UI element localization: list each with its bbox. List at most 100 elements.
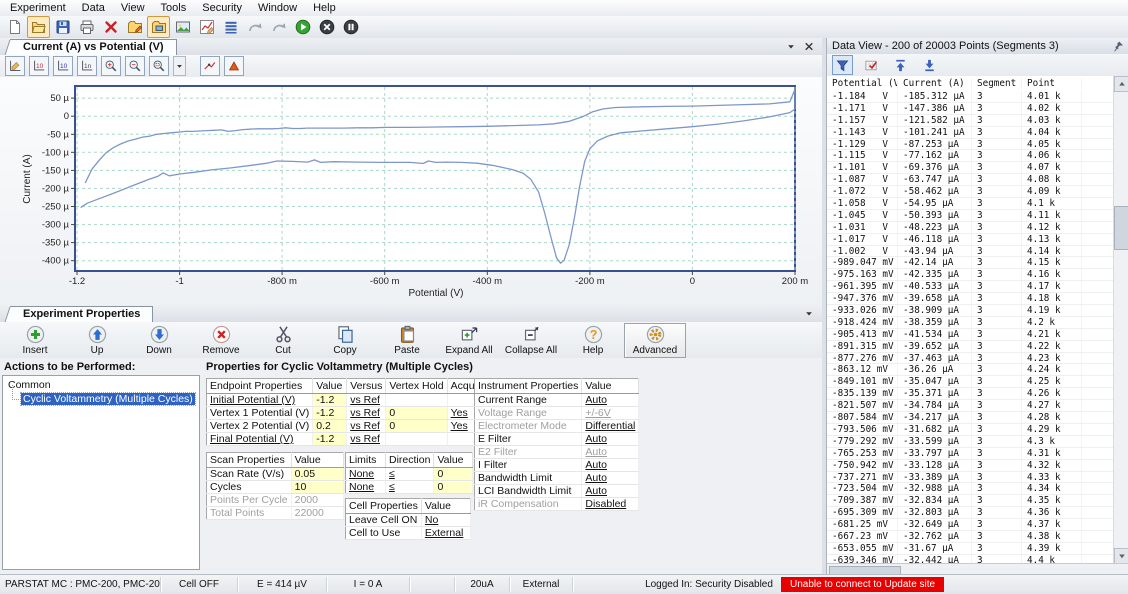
stop-experiment-button[interactable] [315,16,338,38]
zoom-out-button[interactable] [125,56,145,76]
table-row[interactable]: -737.271 mV-33.389 µA34.33 k [827,472,1114,484]
peak-marker-button[interactable] [224,56,244,76]
table-row[interactable]: -1.002 V-43.94 µA34.14 k [827,246,1114,258]
table-row[interactable]: -1.087 V-63.747 µA34.08 k [827,174,1114,186]
table-row[interactable]: -779.292 mV-33.599 µA34.3 k [827,436,1114,448]
property-value[interactable]: vs Ref [347,433,386,446]
delete-button[interactable] [99,16,122,38]
column-header-segment[interactable]: Segment [972,78,1022,89]
chart-area[interactable]: -1.2-1-800 m-600 m-400 m-200 m0200 m50 µ… [0,77,822,305]
table-row[interactable]: -877.276 mV-37.463 µA34.23 k [827,353,1114,365]
tab-current-vs-potential[interactable]: Current (A) vs Potential (V) [10,39,177,55]
table-row[interactable]: -975.163 mV-42.335 µA34.16 k [827,269,1114,281]
scrollbar-thumb[interactable] [1114,206,1128,250]
column-header-potential-v-[interactable]: Potential (V) [827,78,898,89]
column-header-point[interactable]: Point [1022,78,1082,89]
properties-menu-button[interactable] [802,307,816,320]
table-row[interactable]: -667.23 mV-32.762 µA34.38 k [827,531,1114,543]
menu-help[interactable]: Help [305,1,344,16]
property-value[interactable]: Auto [582,446,639,459]
zoom-box-button[interactable] [149,56,169,76]
table-row[interactable]: -653.055 mV-31.67 µA34.39 k [827,543,1114,555]
table-row[interactable]: -835.139 mV-35.371 µA34.26 k [827,388,1114,400]
trace-style-button[interactable] [200,56,220,76]
menu-view[interactable]: View [113,1,153,16]
vertical-scrollbar[interactable] [1113,76,1128,564]
property-value[interactable]: 0.05 [291,468,343,481]
linear-scale-button[interactable]: 1n [77,56,97,76]
table-row[interactable]: -849.101 mV-35.047 µA34.25 k [827,376,1114,388]
table-row[interactable]: -1.184 V-185.312 µA34.01 k [827,91,1114,103]
list-view-button[interactable] [219,16,242,38]
property-value[interactable]: 0 [434,468,473,481]
step-forward-button[interactable] [243,16,266,38]
property-value[interactable]: 0.2 [313,420,347,433]
table-row[interactable]: -905.413 mV-41.534 µA34.21 k [827,329,1114,341]
table-row[interactable]: -1.143 V-101.241 µA34.04 k [827,127,1114,139]
property-value[interactable]: -1.2 [313,394,347,407]
property-value[interactable]: +/-6V [582,407,639,420]
log-y-button[interactable]: 10 [53,56,73,76]
paste-button[interactable]: Paste [376,323,438,358]
new-experiment-button[interactable] [3,16,26,38]
pin-icon[interactable] [1111,40,1125,53]
property-value[interactable]: External [421,527,470,540]
table-row[interactable]: -765.253 mV-33.797 µA34.31 k [827,448,1114,460]
remove-button[interactable]: Remove [190,323,252,358]
picture-view-button[interactable] [171,16,194,38]
edit-session-button[interactable] [123,16,146,38]
table-row[interactable]: -1.045 V-50.393 µA34.11 k [827,210,1114,222]
tree-item-cyclic-voltammetry[interactable]: Cyclic Voltammetry (Multiple Cycles) [21,393,195,405]
advanced-button[interactable]: Advanced [624,323,686,358]
step-forward-alt-button[interactable] [267,16,290,38]
save-experiment-button[interactable] [51,16,74,38]
cv-plot[interactable]: -1.2-1-800 m-600 m-400 m-200 m0200 m50 µ… [0,77,822,305]
table-row[interactable]: -891.315 mV-39.652 µA34.22 k [827,341,1114,353]
property-value[interactable]: 0 [386,407,447,420]
edit-points-button[interactable] [861,55,882,75]
table-row[interactable]: -1.171 V-147.386 µA34.02 k [827,103,1114,115]
copy-button[interactable]: Copy [314,323,376,358]
tab-experiment-properties[interactable]: Experiment Properties [10,306,153,322]
property-label[interactable]: None [346,468,386,481]
insert-button[interactable]: Insert [4,323,66,358]
table-row[interactable]: -723.504 mV-32.988 µA34.34 k [827,483,1114,495]
up-button[interactable]: Up [66,323,128,358]
log-x-button[interactable]: 10 [29,56,49,76]
table-row[interactable]: -1.129 V-87.253 µA34.05 k [827,139,1114,151]
property-label[interactable]: None [346,481,386,494]
table-row[interactable]: -695.309 mV-32.803 µA34.36 k [827,507,1114,519]
scroll-to-bottom-button[interactable] [919,55,940,75]
table-row[interactable]: -961.395 mV-40.533 µA34.17 k [827,281,1114,293]
property-label[interactable]: Initial Potential (V) [207,394,313,407]
pictures-folder-button[interactable] [147,16,170,38]
property-value[interactable]: 10 [291,481,343,494]
property-value[interactable]: 0 [386,420,447,433]
scroll-down-arrow[interactable] [1114,548,1128,564]
table-row[interactable]: -863.12 mV-36.26 µA34.24 k [827,364,1114,376]
menu-window[interactable]: Window [250,1,305,16]
table-row[interactable]: -989.047 mV-42.14 µA34.15 k [827,257,1114,269]
table-row[interactable]: -821.507 mV-34.784 µA34.27 k [827,400,1114,412]
scroll-to-top-button[interactable] [890,55,911,75]
table-row[interactable]: -793.506 mV-31.682 µA34.29 k [827,424,1114,436]
table-row[interactable]: -1.017 V-46.118 µA34.13 k [827,234,1114,246]
chart-menu-button[interactable] [784,40,798,53]
graph-edit-button[interactable] [195,16,218,38]
filter-button[interactable] [832,55,853,75]
property-value[interactable]: vs Ref [347,394,386,407]
table-row[interactable]: -1.115 V-77.162 µA34.06 k [827,150,1114,162]
property-value[interactable]: Auto [582,485,639,498]
table-row[interactable]: -1.101 V-69.376 µA34.07 k [827,162,1114,174]
property-value[interactable]: Auto [582,394,639,407]
menu-security[interactable]: Security [194,1,250,16]
down-button[interactable]: Down [128,323,190,358]
pause-experiment-button[interactable] [339,16,362,38]
column-header-current-a-[interactable]: Current (A) [898,78,972,89]
collapse-all-button[interactable]: Collapse All [500,323,562,358]
table-row[interactable]: -750.942 mV-33.128 µA34.32 k [827,460,1114,472]
scroll-up-arrow[interactable] [1114,76,1128,92]
property-value[interactable]: vs Ref [347,407,386,420]
edit-graph-button[interactable] [5,56,25,76]
property-value[interactable]: 0 [434,481,473,494]
